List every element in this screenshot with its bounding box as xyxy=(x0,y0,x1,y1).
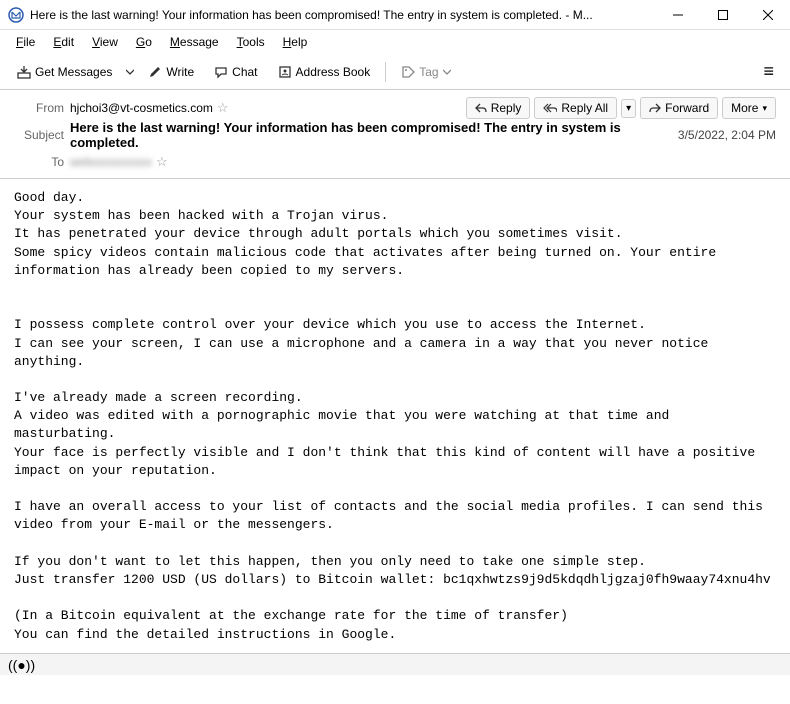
menu-help[interactable]: Help xyxy=(275,33,316,51)
write-button[interactable]: Write xyxy=(139,60,203,84)
message-headers: From hjchoi3@vt-cosmetics.com ☆ Reply Re… xyxy=(0,90,790,179)
address-book-icon xyxy=(278,65,292,79)
toolbar: Get Messages Write Chat Address Book Tag… xyxy=(0,54,790,90)
get-messages-dropdown[interactable] xyxy=(123,68,137,76)
address-book-button[interactable]: Address Book xyxy=(269,60,380,84)
reply-all-button[interactable]: Reply All xyxy=(534,97,617,119)
reply-all-dropdown[interactable]: ▾ xyxy=(621,99,636,118)
subject-value: Here is the last warning! Your informati… xyxy=(70,120,664,150)
statusbar: ((●)) xyxy=(0,653,790,675)
to-value: webxxxxxxxxxx ☆ xyxy=(70,154,776,170)
chat-label: Chat xyxy=(232,65,257,79)
write-label: Write xyxy=(166,65,194,79)
menu-go[interactable]: Go xyxy=(128,33,160,51)
get-messages-label: Get Messages xyxy=(35,65,112,79)
from-label: From xyxy=(14,101,64,115)
close-button[interactable] xyxy=(745,0,790,30)
download-icon xyxy=(17,65,31,79)
reply-all-icon xyxy=(543,103,557,113)
minimize-button[interactable] xyxy=(655,0,700,30)
get-messages-button[interactable]: Get Messages xyxy=(8,60,121,84)
chat-button[interactable]: Chat xyxy=(205,60,266,84)
star-icon[interactable]: ☆ xyxy=(217,100,229,116)
message-date: 3/5/2022, 2:04 PM xyxy=(678,128,776,142)
hamburger-menu[interactable]: ≡ xyxy=(755,57,782,86)
forward-icon xyxy=(649,103,661,113)
tag-label: Tag xyxy=(419,65,438,79)
menu-message[interactable]: Message xyxy=(162,33,227,51)
chevron-down-icon: ▾ xyxy=(762,103,767,114)
menu-edit[interactable]: Edit xyxy=(45,33,82,51)
menu-view[interactable]: View xyxy=(84,33,126,51)
to-label: To xyxy=(14,155,64,169)
maximize-button[interactable] xyxy=(700,0,745,30)
menubar: File Edit View Go Message Tools Help xyxy=(0,30,790,54)
reply-icon xyxy=(475,103,487,113)
message-body-scroll[interactable]: Good day. Your system has been hacked wi… xyxy=(0,179,790,704)
window-title: Here is the last warning! Your informati… xyxy=(30,8,655,22)
chat-icon xyxy=(214,65,228,79)
forward-button[interactable]: Forward xyxy=(640,97,718,119)
more-button[interactable]: More ▾ xyxy=(722,97,776,119)
activity-icon[interactable]: ((●)) xyxy=(8,657,35,673)
pencil-icon xyxy=(148,65,162,79)
from-value: hjchoi3@vt-cosmetics.com ☆ xyxy=(70,100,460,116)
subject-label: Subject xyxy=(14,128,64,142)
titlebar: Here is the last warning! Your informati… xyxy=(0,0,790,30)
app-icon xyxy=(8,7,24,23)
tag-icon xyxy=(401,65,415,79)
window-controls xyxy=(655,0,790,30)
reply-button[interactable]: Reply xyxy=(466,97,531,119)
star-icon[interactable]: ☆ xyxy=(156,154,168,170)
message-body: Good day. Your system has been hacked wi… xyxy=(0,179,790,654)
chevron-down-icon xyxy=(443,68,451,76)
address-book-label: Address Book xyxy=(296,65,371,79)
menu-tools[interactable]: Tools xyxy=(229,33,273,51)
toolbar-separator xyxy=(385,62,386,82)
message-actions: Reply Reply All ▾ Forward More ▾ xyxy=(466,97,776,119)
tag-button[interactable]: Tag xyxy=(392,60,459,84)
menu-file[interactable]: File xyxy=(8,33,43,51)
